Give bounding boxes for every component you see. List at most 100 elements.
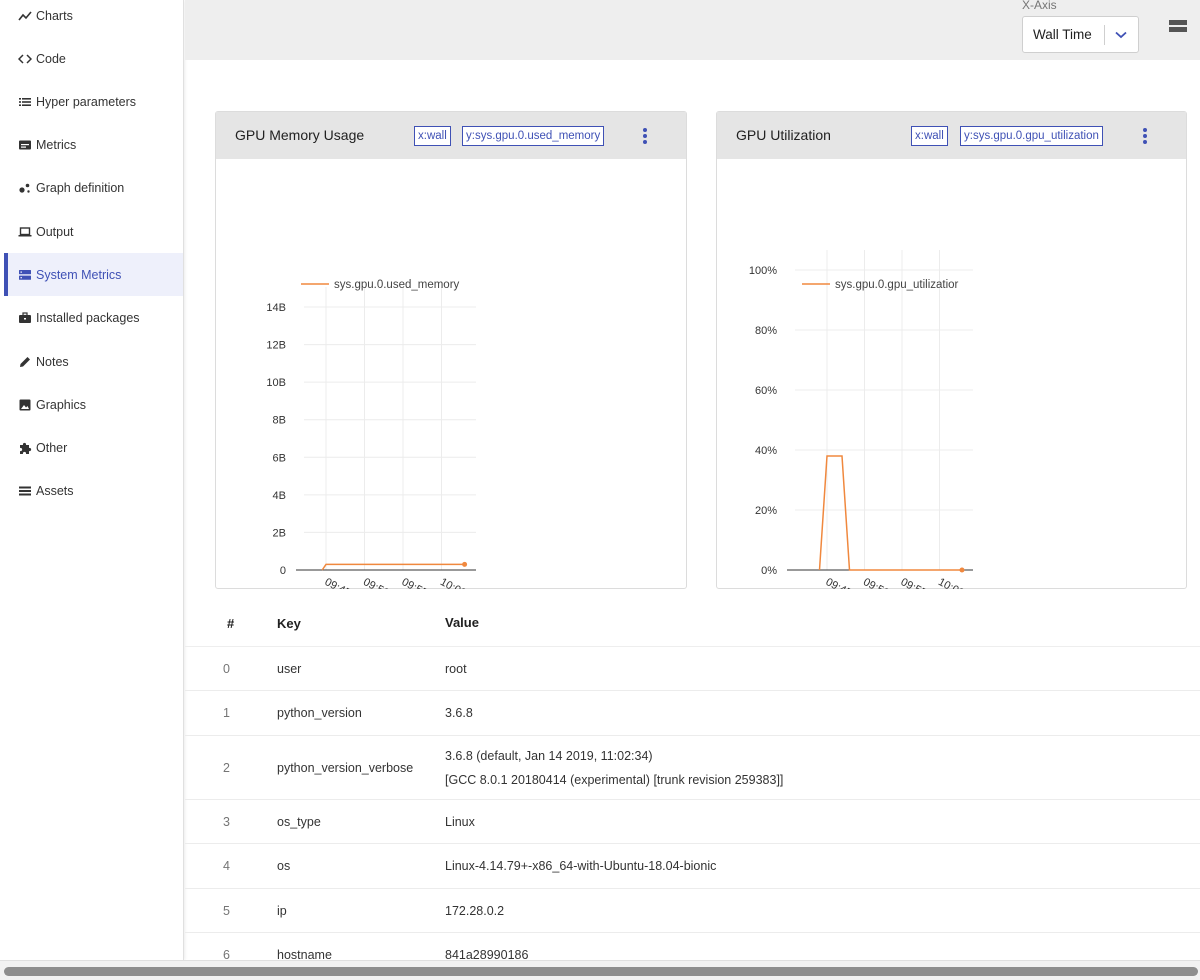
y-tick-label: 0% [761, 565, 777, 577]
sidebar-item-assets[interactable]: Assets [4, 469, 183, 512]
row-value-line: [GCC 8.0.1 20180414 (experimental) [trun… [445, 772, 784, 787]
series-line [818, 455, 962, 571]
row-index: 3 [223, 814, 230, 829]
assets-list-icon [19, 486, 31, 495]
sidebar-item-graphics[interactable]: Graphics [4, 383, 183, 426]
sidebar-item-graph-definition[interactable]: Graph definition [4, 166, 183, 209]
table-header: # Key Value [185, 600, 1200, 647]
row-value: root [445, 661, 467, 676]
sidebar-item-label: Hyper parameters [36, 94, 137, 109]
row-index: 1 [223, 706, 230, 720]
x-tick-label: 10:00:00 [936, 576, 979, 589]
sidebar-item-label: Other [36, 440, 68, 455]
sidebar-item-installed-packages[interactable]: Installed packages [4, 296, 183, 339]
y-variable-tag[interactable]: y:sys.gpu.0.gpu_utilization [960, 126, 1103, 146]
row-index: 2 [223, 760, 230, 775]
more-options-icon[interactable] [1142, 127, 1148, 145]
code-icon [18, 53, 32, 64]
row-index: 5 [223, 903, 230, 918]
sidebar-item-other[interactable]: Other [4, 426, 183, 469]
table-row: 1 python_version 3.6.8 [185, 691, 1200, 736]
table-row: 2 python_version_verbose 3.6.8 (default,… [185, 736, 1200, 800]
y-tick-label: 100% [749, 265, 777, 277]
metrics-icon [19, 140, 31, 149]
table-row: 4 os Linux-4.14.79+-x86_64-with-Ubuntu-1… [185, 844, 1200, 889]
row-value: 172.28.0.2 [445, 903, 505, 918]
sidebar-item-charts[interactable]: Charts [4, 0, 183, 37]
y-tick-label: 60% [755, 385, 777, 397]
x-tick-label: 09:50:00 [861, 576, 904, 589]
sidebar-item-label: Assets [36, 483, 74, 498]
y-tick-label: 2B [273, 527, 286, 539]
sidebar-item-code[interactable]: Code [4, 37, 183, 80]
system-info-table: # Key Value 0 user root 1 python_version… [185, 600, 1200, 977]
sidebar-item-label: System Metrics [36, 267, 122, 282]
sidebar-item-system-metrics[interactable]: System Metrics [4, 253, 183, 296]
column-header-index: # [227, 615, 235, 631]
y-tick-label: 12B [266, 340, 286, 352]
y-tick-label: 40% [755, 445, 777, 457]
chevron-down-icon[interactable] [1105, 17, 1138, 52]
list-icon [19, 97, 31, 106]
scrollbar-thumb[interactable] [4, 967, 1198, 976]
xaxis-select[interactable]: Wall Time [1022, 16, 1139, 53]
y-tick-label: 80% [755, 325, 777, 337]
row-value: 3.6.8 [445, 706, 473, 720]
chart-title: GPU Memory Usage [235, 127, 365, 143]
image-icon [19, 399, 31, 410]
x-tick-label: 09:45:00 [323, 576, 366, 589]
sidebar-item-output[interactable]: Output [4, 210, 183, 253]
x-variable-tag[interactable]: x:wall [414, 126, 451, 146]
series-end-point [462, 561, 468, 567]
series-line [321, 563, 465, 571]
sidebar-item-label: Graph definition [36, 180, 125, 195]
x-tick-label: 09:55:00 [899, 576, 942, 589]
row-key: ip [277, 903, 287, 918]
y-tick-label: 0 [280, 565, 286, 577]
legend-label: sys.gpu.0.gpu_utilizatior [835, 279, 959, 291]
y-tick-label: 4B [273, 490, 286, 502]
graph-icon [19, 183, 30, 193]
sidebar-item-metrics[interactable]: Metrics [4, 123, 183, 166]
horizontal-scrollbar[interactable] [0, 960, 1200, 980]
row-index: 0 [223, 661, 230, 676]
server-icon [19, 269, 31, 280]
more-options-icon[interactable] [642, 127, 648, 145]
row-key: user [277, 661, 302, 676]
y-tick-label: 14B [266, 302, 286, 314]
sidebar-item-label: Graphics [36, 397, 87, 412]
briefcase-icon [19, 311, 31, 323]
sidebar: Charts Code Hyper parameters Metrics Gra… [0, 0, 184, 960]
laptop-icon [18, 226, 32, 236]
row-value: Linux [445, 814, 475, 829]
sidebar-item-hyper-parameters[interactable]: Hyper parameters [4, 80, 183, 123]
column-header-key: Key [277, 615, 301, 631]
series-end-point [959, 567, 965, 573]
gpu-utilization-chart: 0% 20% 40% 60% 80% 100% 09:45:0009:50:0009:55:… [749, 250, 980, 589]
row-key: os_type [277, 814, 321, 829]
column-header-value: Value [445, 615, 479, 630]
y-tick-label: 6B [273, 452, 286, 464]
y-tick-label: 20% [755, 505, 777, 517]
sidebar-item-label: Charts [36, 8, 73, 23]
puzzle-icon [20, 442, 32, 454]
table-row: 0 user root [185, 647, 1200, 691]
sidebar-item-label: Notes [36, 354, 69, 369]
x-variable-tag[interactable]: x:wall [911, 126, 948, 146]
gpu-memory-chart: 0 2B 4B 6B 8B 10B 12B 14B 09:45:0009:50:0009:55:… [266, 279, 481, 589]
pencil-icon [20, 356, 30, 367]
layout-toggle-icon[interactable] [1169, 19, 1187, 33]
legend-label: sys.gpu.0.used_memory [334, 279, 460, 291]
row-index: 4 [223, 859, 230, 873]
chart-card-header: GPU Memory Usage x:wall y:sys.gpu.0.used… [216, 112, 686, 159]
y-variable-tag[interactable]: y:sys.gpu.0.used_memory [462, 126, 605, 146]
top-toolbar: X-Axis Wall Time [185, 0, 1200, 60]
chart-card-header: GPU Utilization x:wall y:sys.gpu.0.gpu_u… [717, 112, 1186, 159]
sidebar-item-label: Output [36, 224, 74, 239]
x-tick-label: 09:45:00 [824, 576, 867, 589]
y-tick-label: 10B [266, 377, 286, 389]
row-value: 3.6.8 (default, Jan 14 2019, 11:02:34) [… [445, 744, 1200, 792]
sidebar-item-notes[interactable]: Notes [4, 340, 183, 383]
x-tick-label: 10:00:00 [438, 576, 481, 589]
row-value: Linux-4.14.79+-x86_64-with-Ubuntu-18.04-… [445, 859, 717, 873]
